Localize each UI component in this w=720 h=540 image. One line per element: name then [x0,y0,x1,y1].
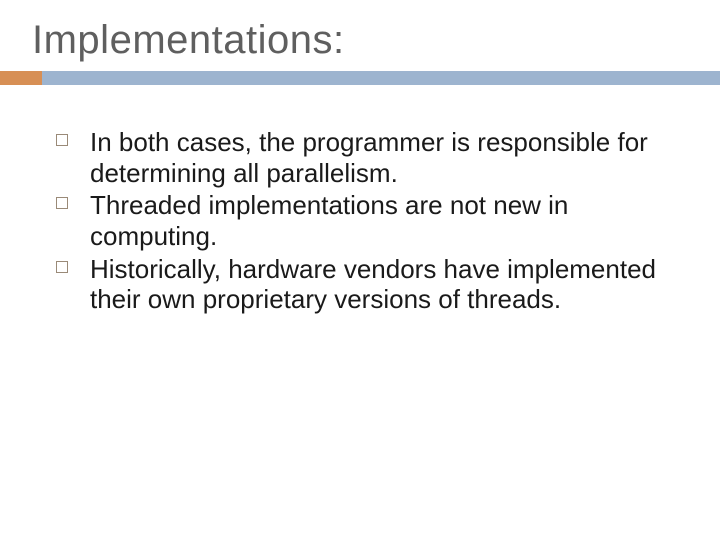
underline-orange-accent [0,71,42,85]
slide-body: In both cases, the programmer is respons… [0,85,720,315]
list-item-text: Historically, hardware vendors have impl… [90,254,656,315]
bullet-list: In both cases, the programmer is respons… [50,127,680,315]
square-bullet-icon [56,261,68,273]
title-underline [0,71,720,85]
list-item: Historically, hardware vendors have impl… [50,254,680,315]
slide-title: Implementations: [0,18,720,71]
square-bullet-icon [56,134,68,146]
list-item-text: Threaded implementations are not new in … [90,190,568,251]
list-item: Threaded implementations are not new in … [50,190,680,251]
square-bullet-icon [56,197,68,209]
slide: Implementations: In both cases, the prog… [0,0,720,540]
underline-blue [0,71,720,85]
list-item: In both cases, the programmer is respons… [50,127,680,188]
list-item-text: In both cases, the programmer is respons… [90,127,648,188]
